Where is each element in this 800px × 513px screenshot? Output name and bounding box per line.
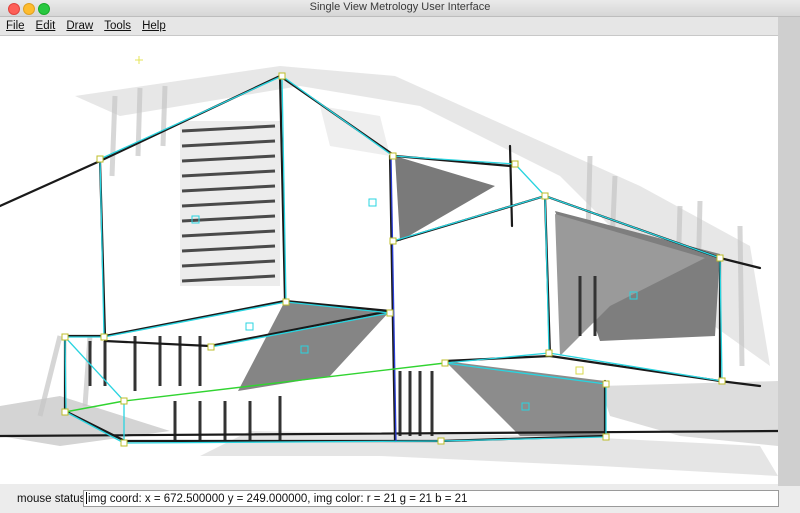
menu-edit[interactable]: Edit <box>36 20 56 32</box>
image-canvas[interactable] <box>0 36 778 484</box>
background-desktop-strip <box>778 17 800 513</box>
crosshair-cursor <box>135 56 143 64</box>
text-caret <box>86 492 87 504</box>
menu-bar: File Edit Draw Tools Help <box>0 17 778 36</box>
building-sketch <box>0 56 778 476</box>
status-bar: mouse status: img coord: x = 672.500000 … <box>0 486 800 513</box>
menu-help[interactable]: Help <box>142 20 166 32</box>
window-title: Single View Metrology User Interface <box>309 1 491 13</box>
menu-tools[interactable]: Tools <box>104 20 131 32</box>
mouse-status-text: img coord: x = 672.500000 y = 249.000000… <box>88 493 468 505</box>
title-bar: Single View Metrology User Interface <box>0 0 800 17</box>
selected-marker <box>575 366 584 375</box>
menu-file[interactable]: File <box>6 20 25 32</box>
mouse-status-field[interactable]: img coord: x = 672.500000 y = 249.000000… <box>83 490 779 507</box>
mouse-status-label: mouse status: <box>17 493 89 505</box>
menu-draw[interactable]: Draw <box>66 20 93 32</box>
